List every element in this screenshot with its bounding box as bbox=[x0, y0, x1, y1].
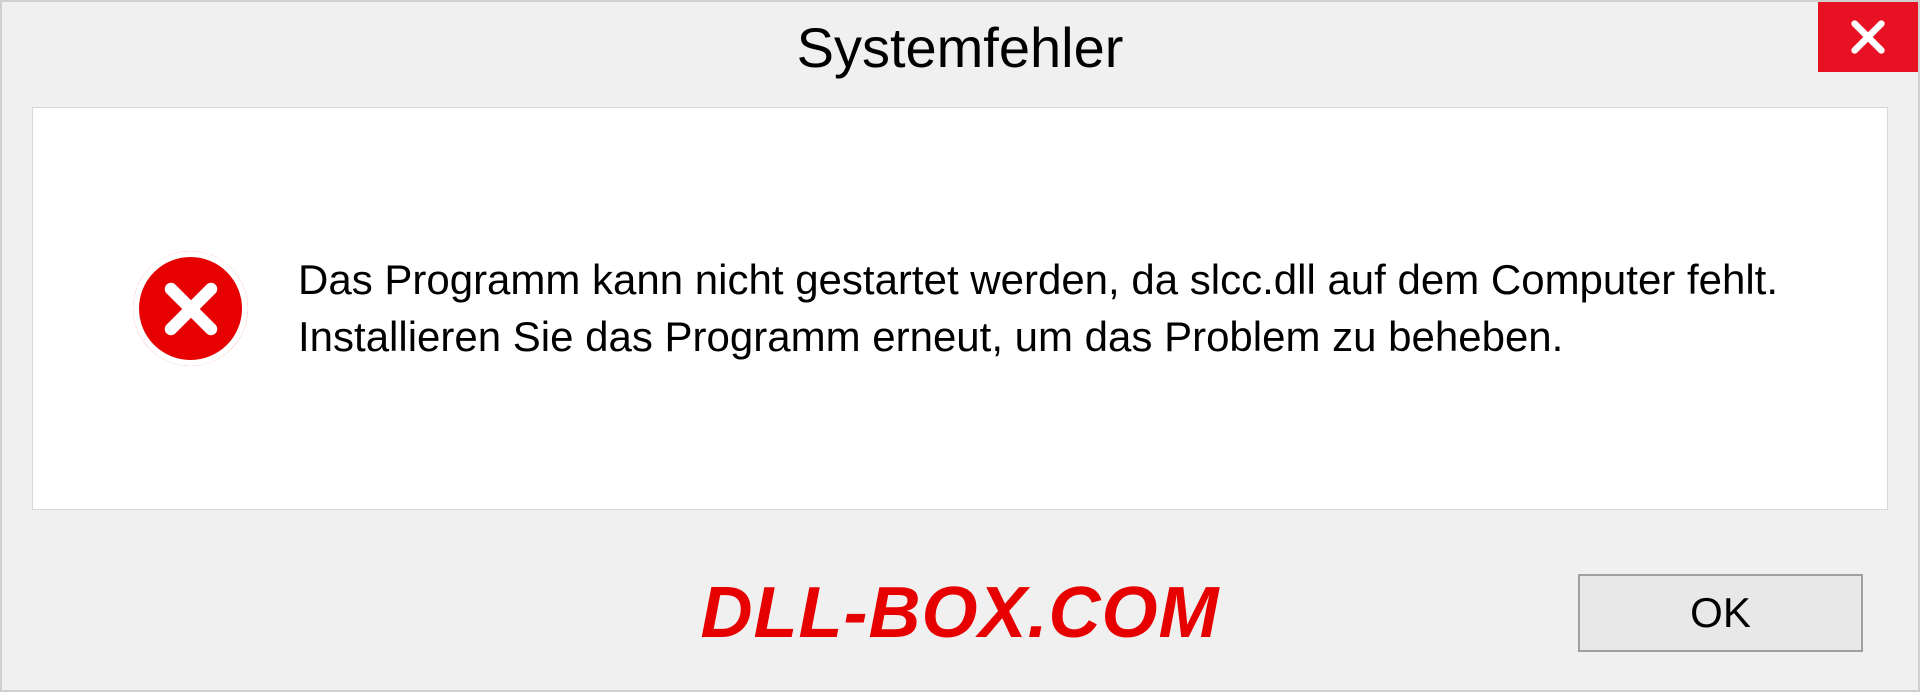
titlebar: Systemfehler bbox=[2, 2, 1918, 92]
dialog-footer: DLL-BOX.COM OK bbox=[2, 535, 1918, 690]
error-icon-wrap bbox=[133, 251, 248, 366]
dialog-title: Systemfehler bbox=[797, 15, 1124, 80]
error-icon bbox=[133, 251, 248, 366]
error-dialog: Systemfehler Das Programm kann nicht ges… bbox=[0, 0, 1920, 692]
content-panel: Das Programm kann nicht gestartet werden… bbox=[32, 107, 1888, 510]
watermark-text: DLL-BOX.COM bbox=[701, 572, 1220, 654]
close-icon bbox=[1848, 17, 1888, 57]
error-message: Das Programm kann nicht gestartet werden… bbox=[298, 252, 1827, 365]
ok-button[interactable]: OK bbox=[1578, 574, 1863, 652]
close-button[interactable] bbox=[1818, 2, 1918, 72]
